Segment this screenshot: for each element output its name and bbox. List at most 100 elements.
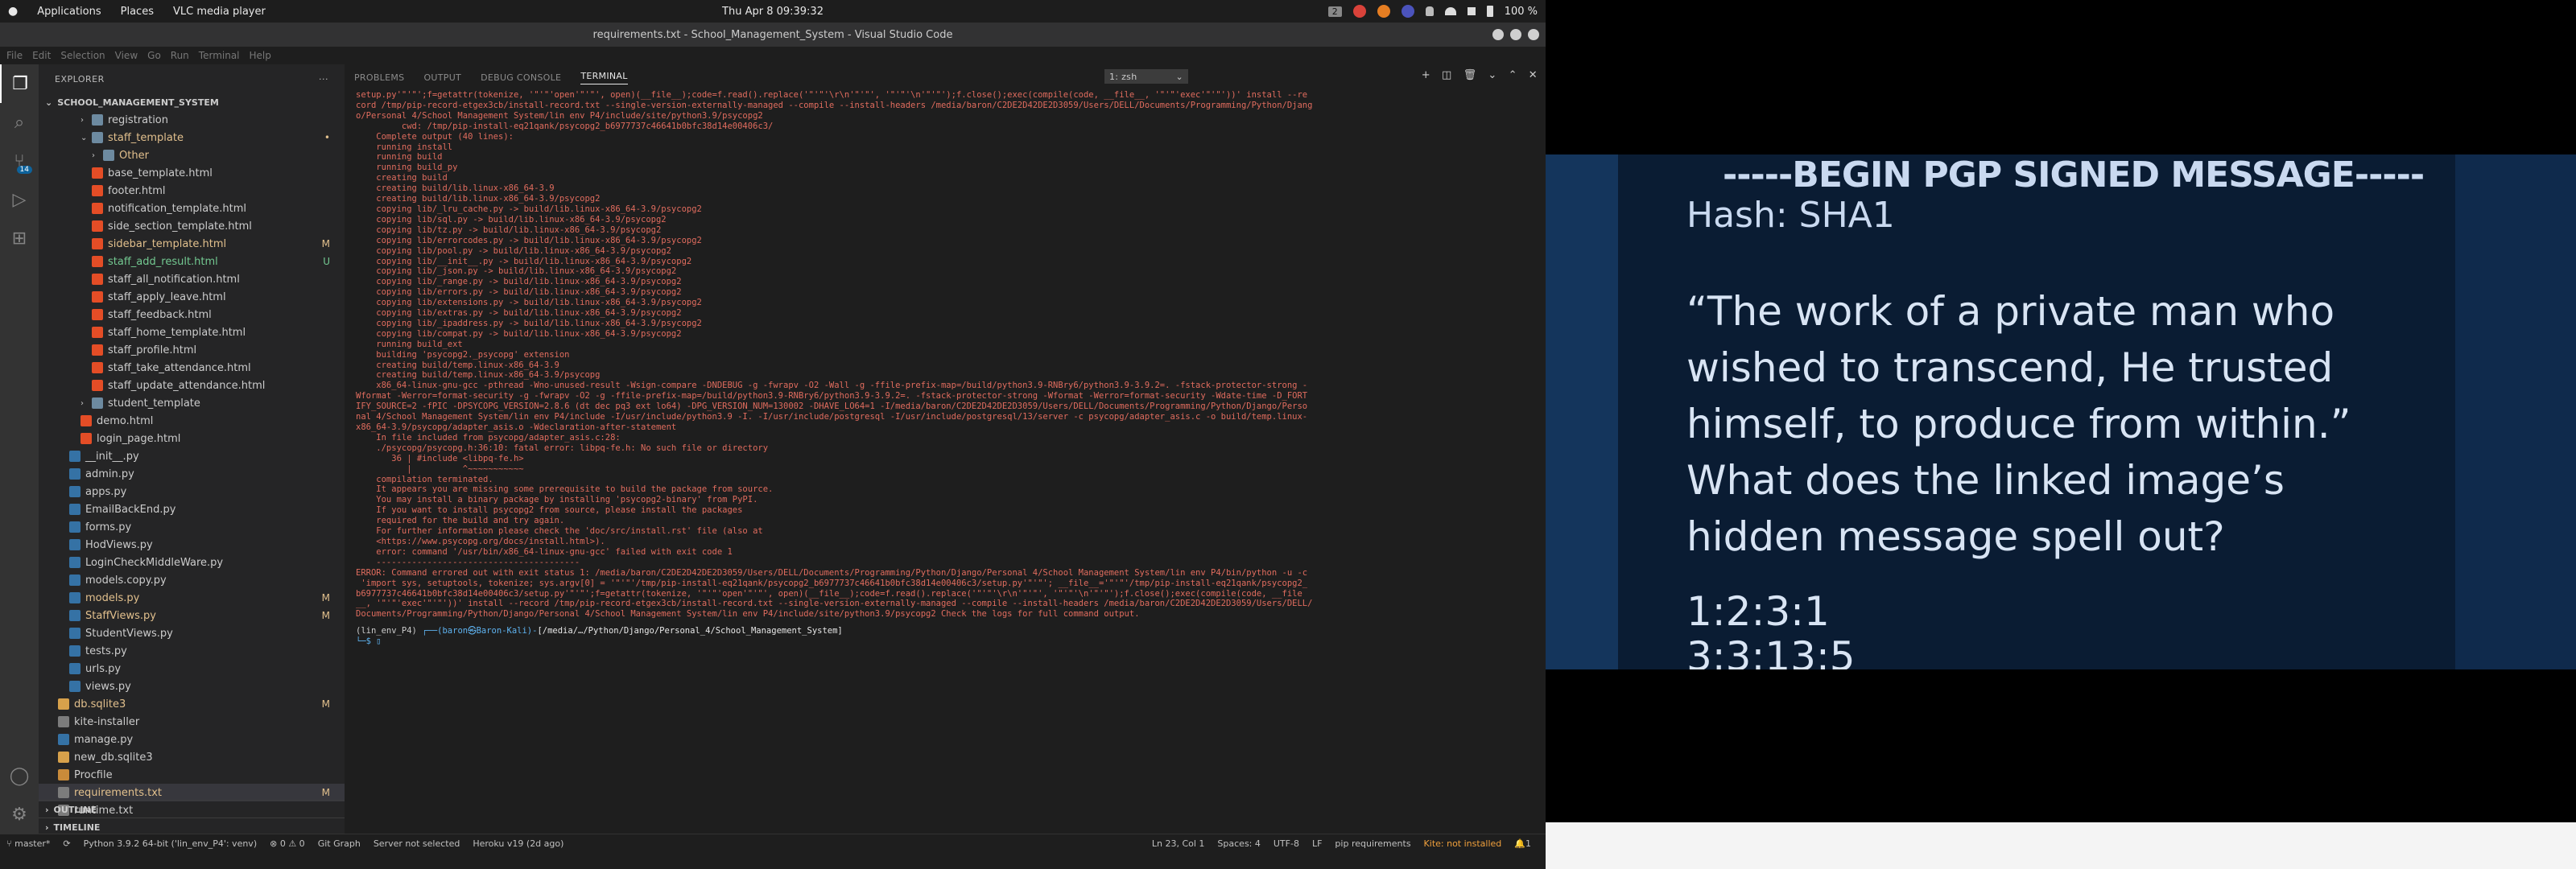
tree-file[interactable]: staff_all_notification.html — [39, 270, 345, 288]
menu-help[interactable]: Help — [250, 50, 271, 61]
menu-edit[interactable]: Edit — [32, 50, 51, 61]
explorer-more-button[interactable]: ··· — [319, 74, 328, 84]
tree-file[interactable]: urls.py — [39, 660, 345, 677]
outline-section[interactable]: › OUTLINE — [39, 800, 351, 818]
minimize-button[interactable] — [1492, 29, 1504, 40]
workspace-indicator[interactable]: 2 — [1327, 6, 1342, 17]
indentation[interactable]: Spaces: 4 — [1217, 838, 1260, 849]
tree-file[interactable]: manage.py — [39, 731, 345, 748]
tree-file[interactable]: sidebar_template.html M — [39, 235, 345, 253]
search-icon[interactable]: ⌕ — [0, 103, 39, 142]
menu-run[interactable]: Run — [171, 50, 189, 61]
vlc-player-window[interactable]: -----BEGIN PGP SIGNED MESSAGE----- Hash:… — [1546, 0, 2576, 869]
chrome-icon[interactable] — [1352, 5, 1366, 18]
tree-file[interactable]: EmailBackEnd.py — [39, 500, 345, 518]
terminal-output[interactable]: setup.py'"'"';f=getattr(tokenize, '"'"'o… — [356, 90, 1538, 830]
tree-file[interactable]: notification_template.html — [39, 200, 345, 217]
new-terminal-icon[interactable]: + — [1422, 69, 1430, 81]
tree-file[interactable]: tests.py — [39, 642, 345, 660]
problems-count[interactable]: ⊗ 0 ⚠ 0 — [270, 838, 305, 849]
tree-file[interactable]: Procfile — [39, 766, 345, 784]
python-interpreter[interactable]: Python 3.9.2 64-bit ('lin_env_P4': venv) — [84, 838, 257, 849]
clock[interactable]: Thu Apr 8 09:39:32 — [722, 6, 824, 18]
tree-file[interactable]: staff_apply_leave.html — [39, 288, 345, 306]
tree-file[interactable]: side_section_template.html — [39, 217, 345, 235]
tree-folder[interactable]: › student_template — [39, 394, 345, 412]
tab-debug-console[interactable]: DEBUG CONSOLE — [481, 72, 561, 83]
settings-gear-icon[interactable]: ⚙ — [0, 795, 39, 834]
maximize-button[interactable] — [1510, 29, 1521, 40]
tree-file[interactable]: requirements.txt M — [39, 784, 345, 801]
tree-file[interactable]: staff_home_template.html — [39, 323, 345, 341]
tree-file[interactable]: forms.py — [39, 518, 345, 536]
split-terminal-icon[interactable]: ◫ — [1442, 69, 1452, 81]
project-root[interactable]: ⌄ SCHOOL_MANAGEMENT_SYSTEM — [39, 93, 345, 111]
tree-file[interactable]: base_template.html — [39, 164, 345, 182]
encoding[interactable]: UTF-8 — [1274, 838, 1299, 849]
tree-file[interactable]: staff_feedback.html — [39, 306, 345, 323]
menu-go[interactable]: Go — [147, 50, 161, 61]
git-graph[interactable]: Git Graph — [318, 838, 361, 849]
prompt-input-line[interactable]: └─$ ▯ — [356, 636, 1538, 647]
tree-folder[interactable]: › registration — [39, 111, 345, 129]
cursor-position[interactable]: Ln 23, Col 1 — [1152, 838, 1205, 849]
menu-file[interactable]: File — [6, 50, 23, 61]
tree-file[interactable]: HodViews.py — [39, 536, 345, 554]
tree-file[interactable]: staff_update_attendance.html — [39, 377, 345, 394]
teams-icon[interactable] — [1401, 5, 1414, 18]
tree-file[interactable]: demo.html — [39, 412, 345, 430]
trash-icon[interactable]: 🗑 — [1463, 69, 1477, 81]
end-of-line[interactable]: LF — [1312, 838, 1322, 849]
account-icon[interactable]: ◯ — [0, 756, 39, 795]
tree-file[interactable]: StaffViews.py M — [39, 607, 345, 624]
heroku-status[interactable]: Heroku v19 (2d ago) — [473, 838, 564, 849]
battery-icon[interactable] — [1486, 6, 1493, 17]
close-window-button[interactable] — [1528, 29, 1539, 40]
tab-output[interactable]: OUTPUT — [423, 72, 461, 83]
applications-menu[interactable]: Applications — [37, 6, 101, 18]
source-control-icon[interactable]: ⑂ 14 — [0, 142, 39, 180]
terminal-shell-select[interactable]: 1: zsh ⌄ — [1104, 69, 1188, 84]
maximize-panel-icon[interactable]: ⌃ — [1509, 69, 1517, 81]
tree-file[interactable]: footer.html — [39, 182, 345, 200]
bell-icon[interactable] — [1425, 6, 1434, 16]
tree-file[interactable]: db.sqlite3 M — [39, 695, 345, 713]
tree-file[interactable]: models.copy.py — [39, 571, 345, 589]
tree-file[interactable]: admin.py — [39, 465, 345, 483]
tree-folder[interactable]: › Other — [39, 146, 345, 164]
menu-view[interactable]: View — [115, 50, 138, 61]
tree-file[interactable]: LoginCheckMiddleWare.py — [39, 554, 345, 571]
chevron-down-icon[interactable]: ⌄ — [1488, 69, 1496, 81]
firefox-icon[interactable] — [1377, 5, 1390, 18]
git-branch[interactable]: ⑂ master* — [6, 838, 50, 849]
language-mode[interactable]: pip requirements — [1335, 838, 1410, 849]
tree-file[interactable]: views.py — [39, 677, 345, 695]
tree-file[interactable]: new_db.sqlite3 — [39, 748, 345, 766]
menu-selection[interactable]: Selection — [60, 50, 105, 61]
menu-terminal[interactable]: Terminal — [199, 50, 240, 61]
video-frame[interactable]: -----BEGIN PGP SIGNED MESSAGE----- Hash:… — [1546, 154, 2576, 669]
places-menu[interactable]: Places — [121, 6, 154, 18]
tree-file[interactable]: login_page.html — [39, 430, 345, 447]
sync-icon[interactable]: ⟳ — [63, 838, 70, 849]
tab-terminal[interactable]: TERMINAL — [580, 71, 628, 84]
vlc-control-strip[interactable] — [1546, 822, 2576, 869]
volume-icon[interactable] — [1467, 7, 1476, 15]
run-debug-icon[interactable]: ▷ — [0, 180, 39, 219]
active-app-menu[interactable]: VLC media player — [173, 6, 266, 18]
notifications-bell-icon[interactable]: 🔔1 — [1514, 838, 1531, 849]
close-icon[interactable]: ✕ — [1529, 69, 1538, 81]
tree-file[interactable]: models.py M — [39, 589, 345, 607]
extensions-icon[interactable]: ⊞ — [0, 219, 39, 257]
tree-file[interactable]: apps.py — [39, 483, 345, 500]
kite-status[interactable]: Kite: not installed — [1424, 838, 1502, 849]
tree-file[interactable]: StudentViews.py — [39, 624, 345, 642]
tab-problems[interactable]: PROBLEMS — [354, 72, 404, 83]
wifi-icon[interactable] — [1444, 7, 1456, 15]
explorer-icon[interactable]: ❐ — [0, 64, 39, 103]
server-status[interactable]: Server not selected — [374, 838, 460, 849]
tree-file[interactable]: __init__.py — [39, 447, 345, 465]
tree-folder[interactable]: ⌄ staff_template • — [39, 129, 345, 146]
apple-icon[interactable]: ● — [8, 5, 18, 18]
tree-file[interactable]: staff_add_result.html U — [39, 253, 345, 270]
